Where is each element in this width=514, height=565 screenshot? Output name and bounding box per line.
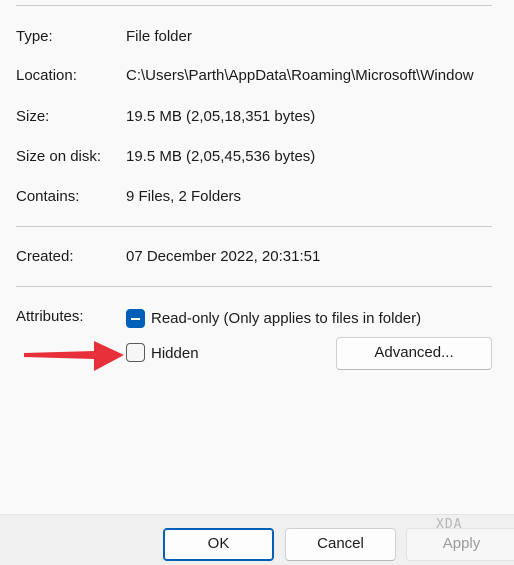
readonly-checkbox[interactable] — [126, 309, 145, 328]
folder-properties-dialog: Type: File folder Location: C:\Users\Par… — [0, 0, 514, 565]
created-value: 07 December 2022, 20:31:51 — [126, 248, 321, 265]
contains-label: Contains: — [16, 188, 80, 205]
size-label: Size: — [16, 108, 50, 125]
contains-value: 9 Files, 2 Folders — [126, 188, 242, 205]
advanced-button[interactable]: Advanced... — [336, 337, 492, 370]
type-label: Type: — [16, 28, 53, 45]
readonly-label[interactable]: Read-only (Only applies to files in fold… — [151, 309, 421, 329]
size-value: 19.5 MB (2,05,18,351 bytes) — [126, 108, 316, 125]
created-label: Created: — [16, 248, 74, 265]
ok-button[interactable]: OK — [163, 528, 274, 561]
type-value: File folder — [126, 28, 192, 45]
size-on-disk-value: 19.5 MB (2,05,45,536 bytes) — [126, 148, 316, 165]
divider-lower — [16, 286, 492, 287]
attributes-label: Attributes: — [16, 308, 84, 325]
size-on-disk-label: Size on disk: — [16, 148, 102, 165]
hidden-label[interactable]: Hidden — [151, 344, 199, 364]
divider-middle — [16, 226, 492, 227]
divider-top — [16, 5, 492, 6]
cancel-button[interactable]: Cancel — [285, 528, 396, 561]
location-value[interactable]: C:\Users\Parth\AppData\Roaming\Microsoft… — [126, 66, 494, 86]
apply-button[interactable]: Apply — [406, 528, 514, 561]
location-label: Location: — [16, 67, 77, 84]
red-arrow-icon — [24, 341, 124, 371]
hidden-checkbox[interactable] — [126, 343, 145, 362]
xda-watermark: XDA — [436, 517, 463, 532]
